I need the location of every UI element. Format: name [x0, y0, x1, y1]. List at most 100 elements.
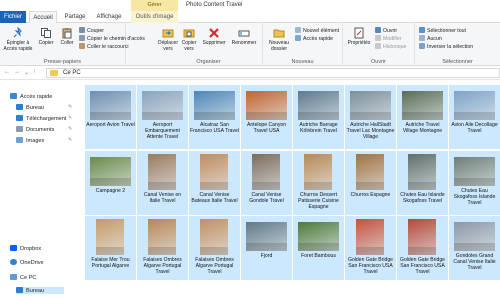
edit-icon — [375, 35, 381, 41]
computer-icon — [10, 274, 17, 280]
file-tile[interactable]: Churros Dessert Patisserie Cuisine Espag… — [293, 151, 344, 215]
file-name: Canal Venise Bateaux Italie Travel — [191, 192, 238, 205]
back-arrow-icon[interactable]: ← — [4, 69, 10, 75]
nav-item-documents[interactable]: Documents ✎ — [16, 126, 72, 133]
invert-selection-button[interactable]: Inverser la sélection — [419, 43, 473, 50]
new-folder-button[interactable]: Nouveau dossier — [265, 27, 293, 52]
file-tile[interactable]: Autriche Travel Village Montagne — [397, 85, 448, 149]
nav-this-pc-desktop-label: Bureau — [26, 288, 45, 294]
pin-quick-access-button[interactable]: Épingler à Accès rapide — [2, 27, 34, 52]
file-name: Avion Aile Decollage Travel — [451, 122, 498, 135]
paste-shortcut-button[interactable]: Coller le raccourci — [79, 43, 129, 50]
nav-this-pc-desktop[interactable]: Bureau — [16, 287, 65, 294]
history-label: Historique — [383, 44, 407, 50]
nav-onedrive[interactable]: OneDrive — [10, 259, 44, 266]
nav-item-downloads[interactable]: Téléchargement ✎ — [16, 115, 72, 122]
download-icon — [16, 115, 23, 121]
group-clipboard-label: Presse-papiers — [44, 59, 81, 65]
file-thumbnail — [454, 222, 495, 251]
file-name: Aeroport Avion Travel — [86, 122, 135, 128]
pictures-icon — [16, 137, 23, 143]
file-tile[interactable]: Golden Gate Bridge San Francisco USA Tra… — [397, 216, 448, 280]
copy-folder-icon — [183, 29, 195, 38]
file-tile[interactable]: Avion Aile Decollage Travel — [449, 85, 500, 149]
file-tile[interactable]: Falaise Mer Trou Portugal Algarve — [85, 216, 136, 280]
file-tile[interactable]: Churros Espagne — [345, 151, 396, 215]
new-item-button[interactable]: Nouvel élément — [295, 27, 339, 34]
file-tile[interactable]: Aeroport Avion Travel — [85, 85, 136, 149]
edit-button[interactable]: Modifier — [375, 35, 401, 42]
file-tile[interactable]: Campagne 2 — [85, 151, 136, 215]
select-none-button[interactable]: Aucun — [419, 35, 442, 42]
cut-label: Couper — [87, 28, 105, 34]
breadcrumb-this-pc[interactable]: Ce PC — [63, 70, 81, 76]
nav-dropbox[interactable]: Dropbox — [10, 245, 41, 252]
nav-item-desktop[interactable]: Bureau ✎ — [16, 104, 72, 111]
delete-button[interactable]: Supprimer — [201, 27, 227, 46]
file-tile[interactable]: Chutes Eau Islande Skogafoss Travel — [397, 151, 448, 215]
file-tile[interactable]: Canal Venise en Italie Travel — [137, 151, 188, 215]
file-tile[interactable]: Canal Venise Bateaux Italie Travel — [189, 151, 240, 215]
history-icon — [375, 43, 381, 49]
nav-item-documents-label: Documents — [26, 127, 55, 133]
tab-image-tools[interactable]: Outils d'image — [131, 11, 178, 23]
file-tile[interactable]: Falaises Ombres Algarve Portugal Travel — [137, 216, 188, 280]
file-thumbnail — [304, 154, 332, 190]
forward-arrow-icon[interactable]: → — [14, 69, 20, 75]
open-button[interactable]: Ouvrir — [375, 27, 397, 34]
move-to-button[interactable]: Déplacer vers — [157, 27, 179, 52]
edit-label: Modifier — [383, 36, 402, 42]
rename-button[interactable]: Renommer — [229, 27, 259, 46]
file-thumbnail — [200, 154, 228, 190]
paste-icon — [62, 28, 72, 39]
paste-button[interactable]: Coller — [57, 27, 77, 46]
group-clipboard: Épingler à Accès rapide Copier Coller Co… — [0, 23, 145, 66]
easy-access-button[interactable]: Accès rapide — [295, 35, 333, 42]
invert-selection-label: Inverser la sélection — [427, 44, 474, 50]
cut-button[interactable]: Couper — [79, 27, 104, 34]
tab-share[interactable]: Partage — [60, 11, 90, 23]
up-arrow-icon[interactable]: ↑ — [33, 69, 36, 75]
file-thumbnail — [350, 91, 391, 120]
paste-shortcut-label: Coller le raccourci — [87, 44, 129, 50]
file-thumbnail — [356, 154, 384, 190]
select-all-button[interactable]: Sélectionner tout — [419, 27, 466, 34]
file-tile[interactable]: Chutes Eau Skogafoss Islande Travel — [449, 151, 500, 215]
copy-button[interactable]: Copier — [36, 27, 56, 46]
file-tile[interactable]: Fjord — [241, 216, 292, 280]
history-button[interactable]: Historique — [375, 43, 406, 50]
file-tile[interactable]: Canal Venise Gondole Travel — [241, 151, 292, 215]
properties-icon — [354, 27, 364, 39]
properties-button[interactable]: Propriétés — [345, 27, 373, 46]
file-tile[interactable]: Autriche HallStadt Travel Lac Montagne V… — [345, 85, 396, 149]
group-new-label: Nouveau — [291, 59, 314, 65]
copy-to-button[interactable]: Copier vers — [179, 27, 199, 52]
tab-view[interactable]: Affichage — [93, 11, 125, 23]
nav-quick-access-label: Accès rapide — [20, 94, 53, 100]
pinned-icon: ✎ — [68, 115, 73, 121]
recent-chevron-icon[interactable]: ⌄ — [24, 69, 29, 76]
copy-path-button[interactable]: Copier le chemin d'accès — [79, 35, 145, 42]
file-thumbnail — [454, 91, 495, 120]
file-thumbnail — [454, 157, 495, 186]
nav-quick-access[interactable]: Accès rapide — [10, 93, 52, 100]
file-tile[interactable]: Alcatraz San Francisco USA Travel — [189, 85, 240, 149]
pinned-icon: ✎ — [68, 104, 73, 110]
file-tile[interactable]: Aeroport Embarquement Attente Travel — [137, 85, 188, 149]
dropbox-icon — [10, 245, 17, 251]
rename-label: Renommer — [231, 40, 257, 46]
file-name: Gondoles Grand Canal Venise Italie Trave… — [453, 253, 496, 272]
nav-this-pc[interactable]: Ce PC — [10, 274, 36, 281]
file-tile[interactable]: Golden Gate Bridge San Francisco USA Tra… — [345, 216, 396, 280]
manage-contextual-tab[interactable]: Gérer — [131, 0, 178, 11]
file-tile[interactable]: Autriche Barrage Kölnbrein Travel — [293, 85, 344, 149]
address-bar[interactable]: Ce PC — [46, 68, 500, 78]
delete-label: Supprimer — [202, 40, 226, 46]
nav-item-images[interactable]: Images ✎ — [16, 137, 72, 144]
file-tile[interactable]: Antelope Canyon Travel USA — [241, 85, 292, 149]
file-tile[interactable]: Gondoles Grand Canal Venise Italie Trave… — [449, 216, 500, 280]
file-tile[interactable]: Foret Bambous — [293, 216, 344, 280]
tab-file[interactable]: Fichier — [0, 11, 26, 23]
group-organize: Déplacer vers Copier vers Supprimer Reno… — [155, 23, 263, 66]
file-tile[interactable]: Falaises Ombres Algarve Portugal Travel — [189, 216, 240, 280]
